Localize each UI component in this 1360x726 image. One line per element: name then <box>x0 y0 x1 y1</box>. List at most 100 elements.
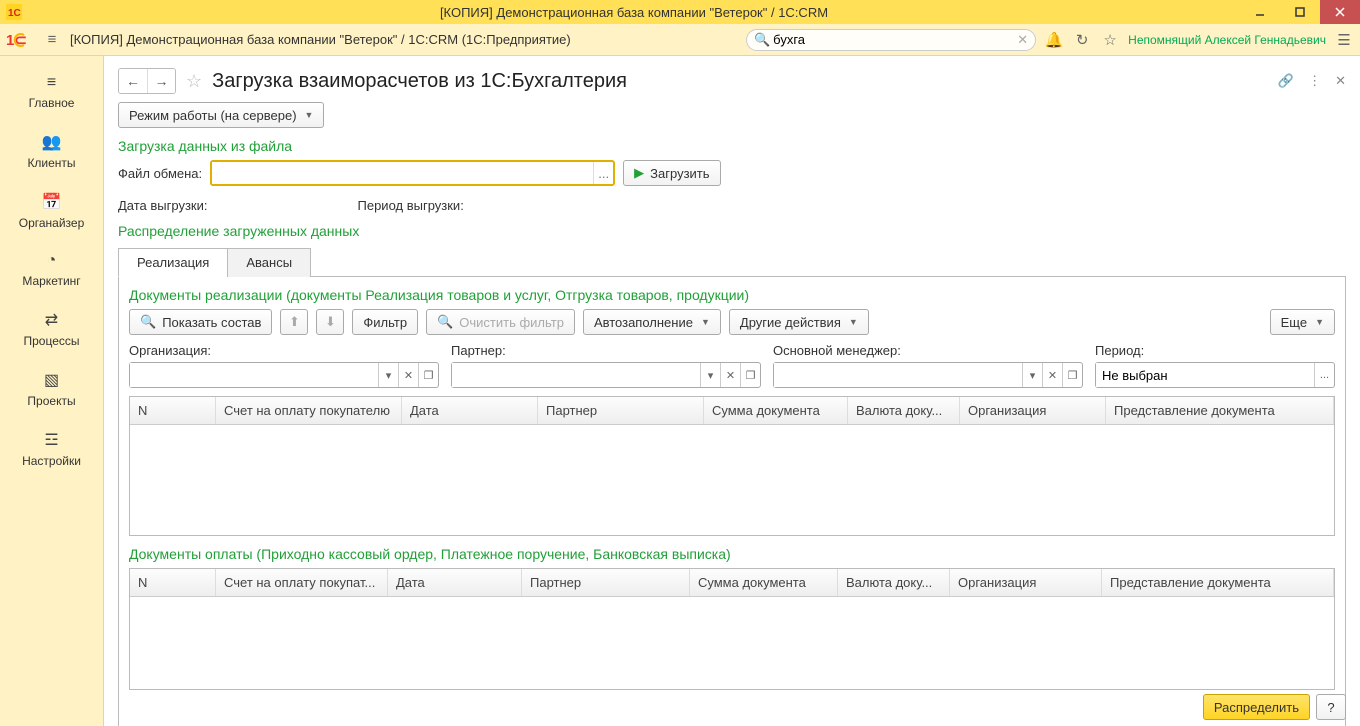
col-invoice[interactable]: Счет на оплату покупателю <box>216 397 402 424</box>
menu-lines-icon[interactable]: ☰ <box>1334 31 1354 49</box>
tab-advances[interactable]: Авансы <box>227 248 311 277</box>
filter-period-input[interactable] <box>1096 363 1314 387</box>
combo-clear-icon[interactable]: ✕ <box>720 363 740 387</box>
sidebar-item-settings[interactable]: ☲ Настройки <box>0 420 103 480</box>
col-org[interactable]: Организация <box>960 397 1106 424</box>
combo-open-icon[interactable]: ❐ <box>418 363 438 387</box>
col-sum[interactable]: Сумма документа <box>704 397 848 424</box>
other-actions-button[interactable]: Другие действия▼ <box>729 309 869 335</box>
move-up-button[interactable]: ⬆ <box>280 309 308 335</box>
help-button[interactable]: ? <box>1316 694 1346 720</box>
filter-period-combo: ... <box>1095 362 1335 388</box>
history-icon[interactable]: ↻ <box>1072 31 1092 49</box>
col-org[interactable]: Организация <box>950 569 1102 596</box>
nav-box: ← → <box>118 68 176 94</box>
filter-partner-label: Партнер: <box>451 343 761 358</box>
col-sum[interactable]: Сумма документа <box>690 569 838 596</box>
clear-filter-label: Очистить фильтр <box>459 315 564 330</box>
flow-icon: ⇄ <box>0 310 103 330</box>
global-search-input[interactable] <box>746 29 1036 51</box>
filter-org-input[interactable] <box>130 363 378 387</box>
star-icon[interactable]: ☆ <box>1100 31 1120 49</box>
chevron-down-icon: ▼ <box>701 317 710 327</box>
more-button[interactable]: Еще▼ <box>1270 309 1335 335</box>
hamburger-icon[interactable]: ≡ <box>42 31 62 48</box>
file-input-wrap: ... <box>210 160 615 186</box>
grid-body[interactable] <box>130 597 1334 689</box>
sidebar-item-main[interactable]: ≡Главное <box>0 64 103 122</box>
autofill-button[interactable]: Автозаполнение▼ <box>583 309 721 335</box>
kebab-icon[interactable]: ⋮ <box>1308 73 1321 89</box>
sidebar-item-label: Маркетинг <box>22 274 80 288</box>
distribute-button[interactable]: Распределить <box>1203 694 1310 720</box>
sidebar-item-projects[interactable]: ▧Проекты <box>0 360 103 420</box>
nav-forward-button[interactable]: → <box>147 69 175 93</box>
col-n[interactable]: N <box>130 397 216 424</box>
combo-dropdown-icon[interactable]: ▾ <box>378 363 398 387</box>
combo-clear-icon[interactable]: ✕ <box>398 363 418 387</box>
tab-realization[interactable]: Реализация <box>118 248 228 277</box>
col-partner[interactable]: Партнер <box>538 397 704 424</box>
page-header: ← → ☆ Загрузка взаиморасчетов из 1С:Бухг… <box>104 56 1360 102</box>
calendar-icon: 📅 <box>0 192 103 212</box>
sidebar: ≡Главное 👥Клиенты 📅 Органайзер ◔Маркетинг… <box>0 56 104 726</box>
filter-partner-input[interactable] <box>452 363 700 387</box>
combo-browse-icon[interactable]: ... <box>1314 363 1334 387</box>
tabs: Реализация Авансы <box>118 247 1346 277</box>
col-date[interactable]: Дата <box>388 569 522 596</box>
window-close-button[interactable] <box>1320 0 1360 24</box>
col-date[interactable]: Дата <box>402 397 538 424</box>
window-minimize-button[interactable] <box>1240 0 1280 24</box>
filters-row: Организация: ▾ ✕ ❐ Партнер: ▾ <box>129 343 1335 388</box>
sidebar-item-marketing[interactable]: ◔Маркетинг <box>0 242 103 300</box>
col-repr[interactable]: Представление документа <box>1106 397 1334 424</box>
sidebar-item-organizer[interactable]: 📅 Органайзер <box>0 182 103 242</box>
file-browse-button[interactable]: ... <box>593 162 613 184</box>
sidebar-item-label: Органайзер <box>19 216 85 230</box>
close-page-icon[interactable]: ✕ <box>1335 73 1346 89</box>
move-down-button[interactable]: ⬇ <box>316 309 344 335</box>
combo-clear-icon[interactable]: ✕ <box>1042 363 1062 387</box>
combo-open-icon[interactable]: ❐ <box>740 363 760 387</box>
sidebar-item-processes[interactable]: ⇄Процессы <box>0 300 103 360</box>
file-input[interactable] <box>212 162 593 184</box>
realization-grid: N Счет на оплату покупателю Дата Партнер… <box>129 396 1335 536</box>
col-currency[interactable]: Валюта доку... <box>838 569 950 596</box>
chevron-down-icon: ▼ <box>1315 317 1324 327</box>
filter-org-label: Организация: <box>129 343 439 358</box>
col-partner[interactable]: Партнер <box>522 569 690 596</box>
help-label: ? <box>1327 700 1334 715</box>
col-invoice[interactable]: Счет на оплату покупат... <box>216 569 388 596</box>
link-icon[interactable]: 🔗 <box>1278 73 1294 89</box>
arrow-down-icon: ⬇ <box>325 314 336 330</box>
sidebar-item-label: Настройки <box>22 454 81 468</box>
mode-button[interactable]: Режим работы (на сервере)▼ <box>118 102 324 128</box>
search-clear-icon[interactable]: ✕ <box>1017 32 1028 48</box>
load-button[interactable]: ▶Загрузить <box>623 160 720 186</box>
os-titlebar: 1C [КОПИЯ] Демонстрационная база компани… <box>0 0 1360 24</box>
nav-back-button[interactable]: ← <box>119 69 147 93</box>
filter-manager-label: Основной менеджер: <box>773 343 1083 358</box>
filter-manager-input[interactable] <box>774 363 1022 387</box>
sidebar-item-clients[interactable]: 👥Клиенты <box>0 122 103 182</box>
settings-icon: ☲ <box>0 430 103 450</box>
tab-panel: Документы реализации (документы Реализац… <box>118 277 1346 726</box>
filter-button[interactable]: Фильтр <box>352 309 418 335</box>
app-logo: 1⊂ <box>6 31 34 49</box>
show-composition-button[interactable]: 🔍Показать состав <box>129 309 272 335</box>
export-period-label: Период выгрузки: <box>358 198 464 213</box>
col-repr[interactable]: Представление документа <box>1102 569 1334 596</box>
grid-header: N Счет на оплату покупат... Дата Партнер… <box>130 569 1334 597</box>
current-user[interactable]: Непомнящий Алексей Геннадьевич <box>1128 33 1326 47</box>
combo-dropdown-icon[interactable]: ▾ <box>700 363 720 387</box>
window-maximize-button[interactable] <box>1280 0 1320 24</box>
clear-filter-button[interactable]: 🔍Очистить фильтр <box>426 309 575 335</box>
favorite-star-icon[interactable]: ☆ <box>186 71 202 92</box>
combo-open-icon[interactable]: ❐ <box>1062 363 1082 387</box>
col-currency[interactable]: Валюта доку... <box>848 397 960 424</box>
filter-period-label: Период: <box>1095 343 1335 358</box>
bell-icon[interactable]: 🔔 <box>1044 31 1064 49</box>
combo-dropdown-icon[interactable]: ▾ <box>1022 363 1042 387</box>
col-n[interactable]: N <box>130 569 216 596</box>
grid-body[interactable] <box>130 425 1334 535</box>
